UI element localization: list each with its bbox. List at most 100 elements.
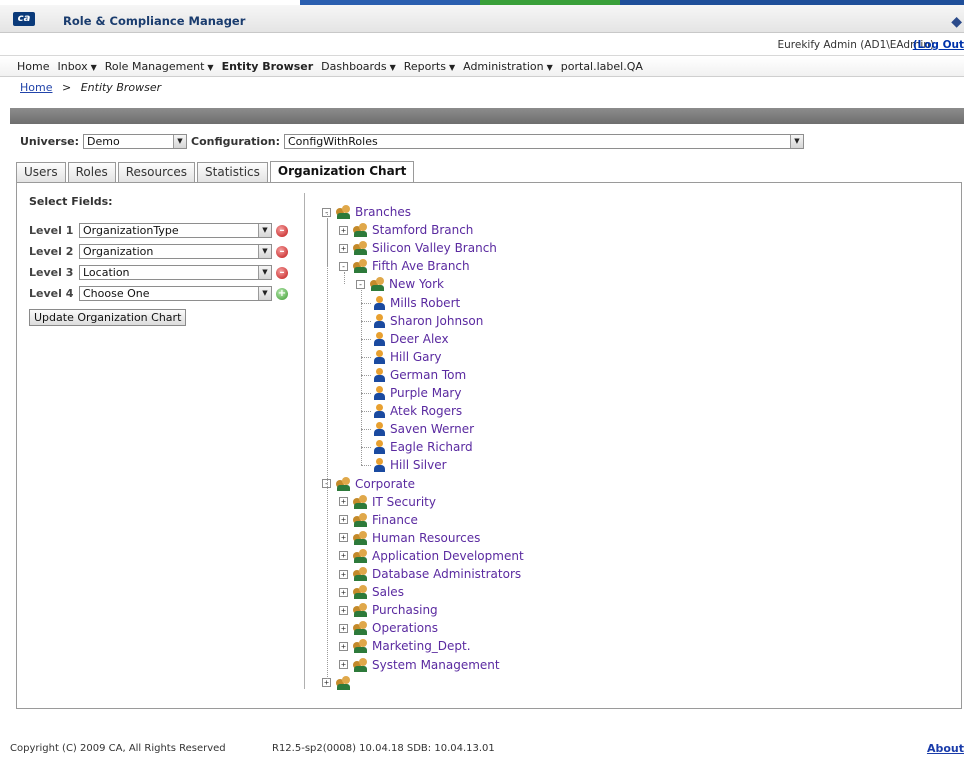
tree-node-label[interactable]: Stamford Branch xyxy=(372,223,473,237)
tree-node-label[interactable]: German Tom xyxy=(390,368,466,382)
expand-icon[interactable]: + xyxy=(339,660,348,669)
tab-resources[interactable]: Resources xyxy=(117,162,196,182)
menu-item-reports[interactable]: Reports ▼ xyxy=(404,60,455,73)
tree-node-mills-robert[interactable]: Mills Robert xyxy=(373,295,460,311)
logout-link[interactable]: (Log Out xyxy=(913,39,964,51)
remove-level-icon[interactable]: – xyxy=(276,225,288,237)
tree-node-label[interactable]: Mills Robert xyxy=(390,296,460,310)
tree-node-purchasing[interactable]: + Purchasing xyxy=(339,602,438,618)
tree-node-deer-alex[interactable]: Deer Alex xyxy=(373,331,449,347)
tab-users[interactable]: Users xyxy=(16,162,66,182)
chevron-down-icon[interactable]: ▼ xyxy=(258,244,271,258)
globe-icon[interactable]: ◆ xyxy=(951,14,962,30)
menu-item-inbox[interactable]: Inbox ▼ xyxy=(57,60,96,73)
tree-node-label[interactable]: Saven Werner xyxy=(390,422,474,436)
expand-icon[interactable]: + xyxy=(339,243,348,253)
expand-icon[interactable]: + xyxy=(322,678,331,688)
tree-node-sharon-johnson[interactable]: Sharon Johnson xyxy=(373,313,483,329)
tree-node-label[interactable]: Sharon Johnson xyxy=(390,314,483,328)
tree-node-label[interactable]: New York xyxy=(389,277,444,291)
tree-node-label[interactable]: Operations xyxy=(372,621,438,635)
tree-node-branches[interactable]: - Branches xyxy=(322,204,411,220)
tree-node-finance[interactable]: + Finance xyxy=(339,512,418,528)
tree-node-label[interactable]: Hill Silver xyxy=(390,458,447,472)
level-2-select[interactable]: Organization ▼ xyxy=(79,243,272,259)
tree-node-hill-silver[interactable]: Hill Silver xyxy=(373,457,447,473)
menu-item-dashboards[interactable]: Dashboards ▼ xyxy=(321,60,396,73)
tree-node-label[interactable]: IT Security xyxy=(372,495,436,509)
tree-node-marketing-dept-[interactable]: + Marketing_Dept. xyxy=(339,638,471,654)
expand-icon[interactable]: + xyxy=(339,551,348,561)
expand-icon[interactable]: + xyxy=(339,569,348,579)
tree-node-new-york[interactable]: - New York xyxy=(356,276,444,292)
add-level-icon[interactable]: + xyxy=(276,288,288,300)
tree-node-label[interactable]: Eagle Richard xyxy=(390,440,473,454)
collapse-icon[interactable]: - xyxy=(339,261,348,271)
expand-icon[interactable]: + xyxy=(339,623,348,633)
chevron-down-icon[interactable]: ▼ xyxy=(789,134,803,148)
chevron-down-icon[interactable]: ▼ xyxy=(258,223,271,237)
tree-node-label[interactable]: Fifth Ave Branch xyxy=(372,259,470,273)
menu-item-home[interactable]: Home xyxy=(17,60,49,73)
tab-statistics[interactable]: Statistics xyxy=(197,162,268,182)
expand-icon[interactable]: + xyxy=(339,515,348,525)
tree-node-label[interactable]: Human Resources xyxy=(372,531,480,545)
tree-node-label[interactable]: Branches xyxy=(355,205,411,219)
tree-node-fifth-ave-branch[interactable]: - Fifth Ave Branch xyxy=(339,258,470,274)
tree-node-sales[interactable]: + Sales xyxy=(339,584,404,600)
configuration-select[interactable]: ConfigWithRoles ▼ xyxy=(283,133,804,149)
tree-node-label[interactable]: Hill Gary xyxy=(390,350,442,364)
tree-node-eagle-richard[interactable]: Eagle Richard xyxy=(373,439,473,455)
menu-item-administration[interactable]: Administration ▼ xyxy=(463,60,553,73)
tree-node-database-administrators[interactable]: + Database Administrators xyxy=(339,566,521,582)
expand-icon[interactable]: + xyxy=(339,497,348,507)
tree-node-label[interactable]: Marketing_Dept. xyxy=(372,639,471,653)
tree-node-silicon-valley-branch[interactable]: + Silicon Valley Branch xyxy=(339,240,497,256)
update-org-chart-button[interactable]: Update Organization Chart xyxy=(29,309,187,326)
tree-node-hill-gary[interactable]: Hill Gary xyxy=(373,349,442,365)
tree-node-saven-werner[interactable]: Saven Werner xyxy=(373,421,474,437)
tree-node-label[interactable]: Purchasing xyxy=(372,603,438,617)
tree-node-label[interactable]: Silicon Valley Branch xyxy=(372,241,497,255)
expand-icon[interactable]: + xyxy=(339,533,348,543)
expand-icon[interactable]: + xyxy=(339,225,348,235)
tree-node-operations[interactable]: + Operations xyxy=(339,620,438,636)
tree-node-german-tom[interactable]: German Tom xyxy=(373,367,466,383)
expand-icon[interactable]: + xyxy=(339,587,348,597)
tree-node-atek-rogers[interactable]: Atek Rogers xyxy=(373,403,462,419)
level-3-select[interactable]: Location ▼ xyxy=(79,264,272,280)
tree-node-label[interactable]: System Management xyxy=(372,658,500,672)
level-4-select[interactable]: Choose One ▼ xyxy=(79,285,272,301)
tree-node-corporate[interactable]: - Corporate xyxy=(322,476,415,492)
tree-node-label[interactable]: Atek Rogers xyxy=(390,404,462,418)
universe-select[interactable]: Demo ▼ xyxy=(83,133,187,149)
tree-node-human-resources[interactable]: + Human Resources xyxy=(339,530,480,546)
breadcrumb-home[interactable]: Home xyxy=(20,81,52,94)
tab-roles[interactable]: Roles xyxy=(67,162,116,182)
tree-node-application-development[interactable]: + Application Development xyxy=(339,548,524,564)
expand-icon[interactable]: + xyxy=(339,605,348,615)
menu-item-role-management[interactable]: Role Management ▼ xyxy=(105,60,214,73)
about-link[interactable]: About xyxy=(927,742,964,755)
tree-node-label[interactable]: Database Administrators xyxy=(372,567,521,581)
menu-item-portal-label-qa[interactable]: portal.label.QA xyxy=(561,60,643,73)
tree-node-purple-mary[interactable]: Purple Mary xyxy=(373,385,461,401)
collapse-icon[interactable]: - xyxy=(356,279,365,289)
chevron-down-icon[interactable]: ▼ xyxy=(258,265,271,279)
tree-node-stamford-branch[interactable]: + Stamford Branch xyxy=(339,222,473,238)
tree-node-it-security[interactable]: + IT Security xyxy=(339,494,436,510)
remove-level-icon[interactable]: – xyxy=(276,246,288,258)
tree-node-system-management[interactable]: + System Management xyxy=(339,657,500,673)
menu-item-entity-browser[interactable]: Entity Browser xyxy=(222,60,314,73)
chevron-down-icon[interactable]: ▼ xyxy=(258,286,271,300)
tree-node-label[interactable]: Finance xyxy=(372,513,418,527)
tree-node-label[interactable]: Application Development xyxy=(372,549,524,563)
tree-node-label[interactable]: Deer Alex xyxy=(390,332,449,346)
expand-icon[interactable]: + xyxy=(339,641,348,651)
chevron-down-icon[interactable]: ▼ xyxy=(173,134,186,148)
tree-node-label[interactable]: Corporate xyxy=(355,477,415,491)
tab-organization-chart[interactable]: Organization Chart xyxy=(269,161,415,182)
tree-node-label[interactable]: Sales xyxy=(372,585,404,599)
tree-node-label[interactable]: Purple Mary xyxy=(390,386,461,400)
remove-level-icon[interactable]: – xyxy=(276,267,288,279)
